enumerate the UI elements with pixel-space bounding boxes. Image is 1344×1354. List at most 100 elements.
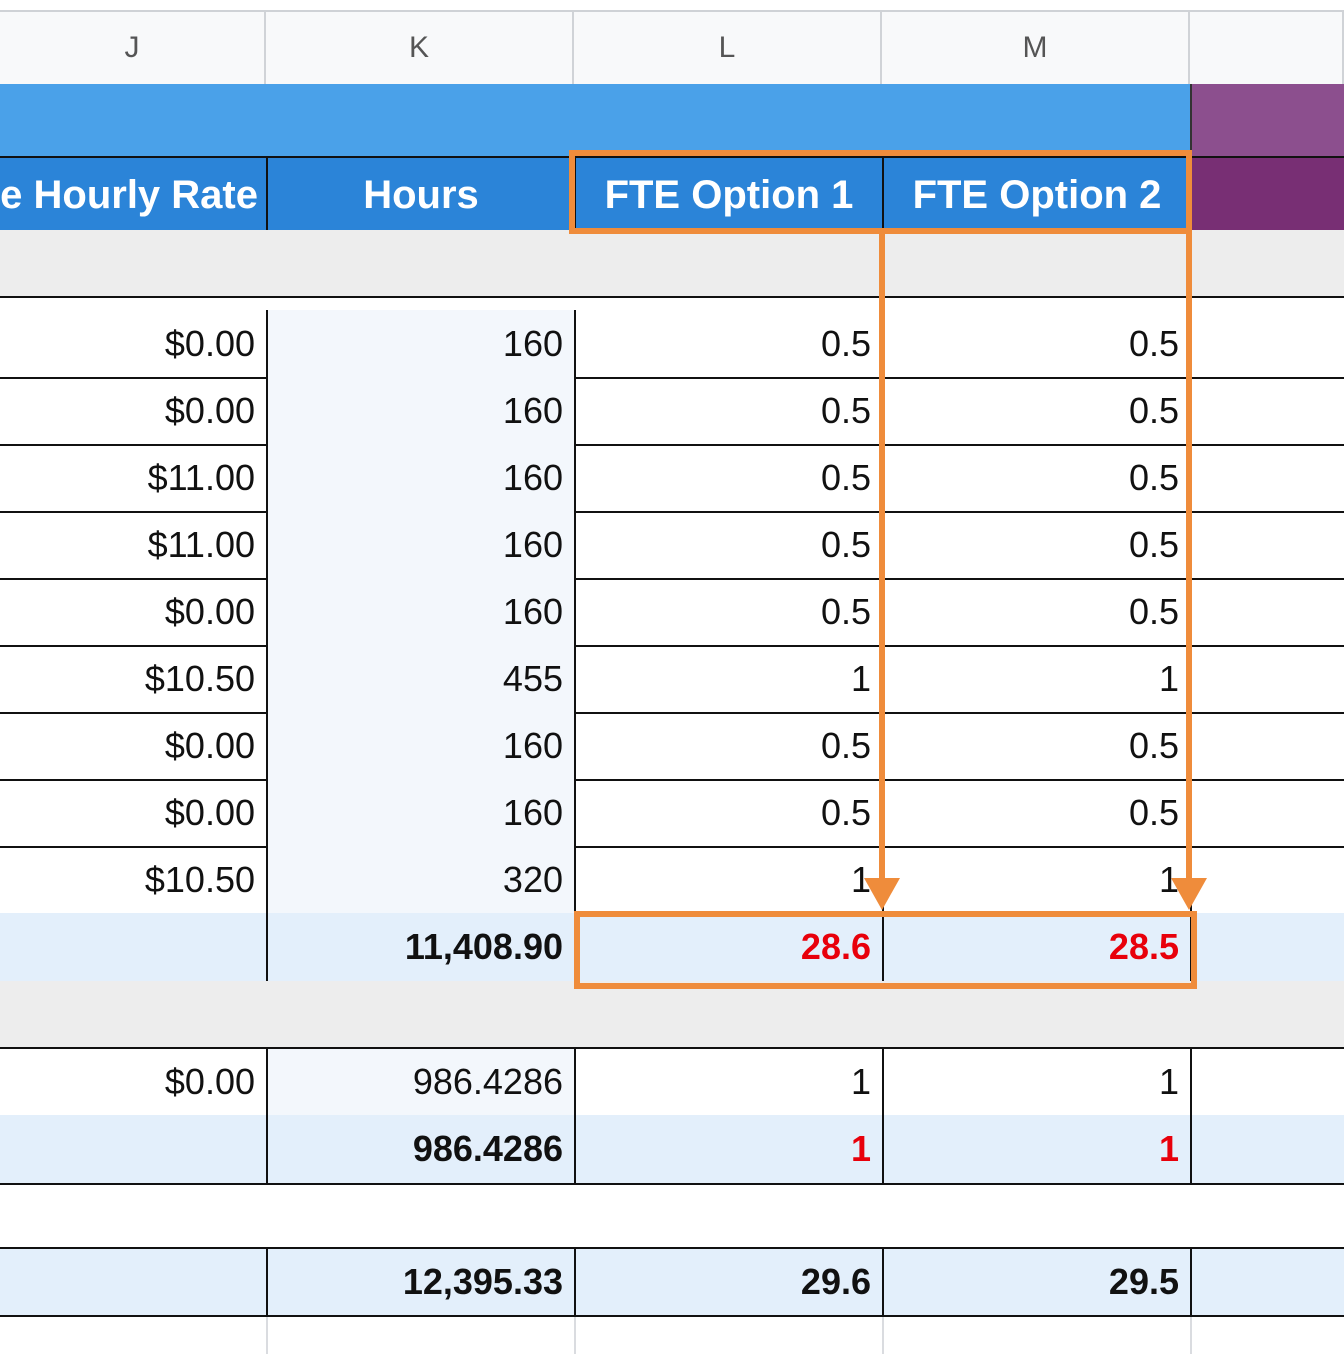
header-fte-option-1[interactable]: FTE Option 1 xyxy=(574,158,882,232)
rate-cell[interactable]: $10.50 xyxy=(0,846,266,913)
empty-cell[interactable] xyxy=(574,1317,882,1354)
empty-cell[interactable] xyxy=(266,1317,574,1354)
empty-row xyxy=(0,1317,1344,1354)
fte2-cell[interactable]: 1 xyxy=(882,846,1190,913)
spreadsheet: J K L M e Hourly Rate Hours FTE Option 1… xyxy=(0,0,1344,1354)
empty-cell[interactable] xyxy=(1190,1249,1344,1315)
fte2-cell[interactable]: 0.5 xyxy=(882,377,1190,444)
fte1-cell[interactable]: 1 xyxy=(574,1049,882,1115)
purple-banner-cell[interactable] xyxy=(1190,84,1344,156)
empty-cell[interactable] xyxy=(1190,1049,1344,1115)
fte2-cell[interactable]: 0.5 xyxy=(882,712,1190,779)
column-header-j[interactable]: J xyxy=(0,12,266,84)
table-row: $0.00 160 0.5 0.5 xyxy=(0,779,1344,848)
hours-cell[interactable]: 160 xyxy=(266,511,574,578)
hours-cell[interactable]: 160 xyxy=(266,712,574,779)
empty-cell[interactable] xyxy=(1190,377,1344,444)
column-header-m[interactable]: M xyxy=(882,12,1190,84)
hours-cell[interactable]: 986.4286 xyxy=(266,1049,574,1115)
hours-cell[interactable]: 160 xyxy=(266,779,574,846)
subtotal-hours-cell[interactable]: 11,408.90 xyxy=(266,913,574,981)
table-row: $10.50 320 1 1 xyxy=(0,846,1344,915)
header-hourly-rate[interactable]: e Hourly Rate xyxy=(0,158,266,232)
empty-cell[interactable] xyxy=(1190,511,1344,578)
rate-cell[interactable]: $0.00 xyxy=(0,377,266,444)
table-row: $0.00 160 0.5 0.5 xyxy=(0,712,1344,781)
empty-cell[interactable] xyxy=(1190,1115,1344,1183)
hours-cell[interactable]: 160 xyxy=(266,377,574,444)
header-purple-cell[interactable] xyxy=(1190,158,1344,232)
column-header-n[interactable] xyxy=(1190,12,1344,84)
fte2-cell[interactable]: 1 xyxy=(882,645,1190,712)
rate-cell[interactable]: $0.00 xyxy=(0,712,266,779)
fte2-cell[interactable]: 0.5 xyxy=(882,310,1190,377)
rate-cell[interactable]: $0.00 xyxy=(0,779,266,846)
fte1-cell[interactable]: 0.5 xyxy=(574,712,882,779)
fte1-cell[interactable]: 0.5 xyxy=(574,578,882,645)
empty-cell[interactable] xyxy=(1190,645,1344,712)
subtotal-row: 11,408.90 28.6 28.5 xyxy=(0,913,1344,983)
hours-cell[interactable]: 320 xyxy=(266,846,574,913)
empty-cell[interactable] xyxy=(1190,779,1344,846)
hours-cell[interactable]: 160 xyxy=(266,578,574,645)
rate-cell[interactable]: $0.00 xyxy=(0,1049,266,1115)
blank-row xyxy=(0,1183,1344,1249)
column-header-l[interactable]: L xyxy=(574,12,882,84)
empty-cell[interactable] xyxy=(1190,846,1344,913)
column-header-bar: J K L M xyxy=(0,10,1344,86)
column-header-k[interactable]: K xyxy=(266,12,574,84)
rate-cell[interactable]: $0.00 xyxy=(0,578,266,645)
total-fte2-cell[interactable]: 29.5 xyxy=(882,1249,1190,1315)
total-fte1-cell[interactable]: 29.6 xyxy=(574,1249,882,1315)
rate-cell[interactable]: $11.00 xyxy=(0,511,266,578)
rate-cell[interactable]: $10.50 xyxy=(0,645,266,712)
fte1-cell[interactable]: 1 xyxy=(574,645,882,712)
empty-cell[interactable] xyxy=(1190,310,1344,377)
subtotal-row: 986.4286 1 1 xyxy=(0,1115,1344,1185)
fte2-cell[interactable]: 0.5 xyxy=(882,444,1190,511)
header-fte-option-2[interactable]: FTE Option 2 xyxy=(882,158,1190,232)
table-row: $0.00 986.4286 1 1 xyxy=(0,1049,1344,1117)
hours-cell[interactable]: 455 xyxy=(266,645,574,712)
rate-cell[interactable]: $0.00 xyxy=(0,310,266,377)
table-row: $0.00 160 0.5 0.5 xyxy=(0,310,1344,379)
fte1-cell[interactable]: 0.5 xyxy=(574,310,882,377)
empty-cell[interactable] xyxy=(1190,1317,1344,1354)
hours-cell[interactable]: 160 xyxy=(266,310,574,377)
subtotal-hours-cell[interactable]: 986.4286 xyxy=(266,1115,574,1183)
subtotal-fte2-cell[interactable]: 28.5 xyxy=(882,913,1190,981)
fte2-cell[interactable]: 0.5 xyxy=(882,578,1190,645)
section-separator-row xyxy=(0,230,1344,298)
hours-cell[interactable]: 160 xyxy=(266,444,574,511)
fte1-cell[interactable]: 0.5 xyxy=(574,779,882,846)
total-hours-cell[interactable]: 12,395.33 xyxy=(266,1249,574,1315)
subtotal-fte1-cell[interactable]: 28.6 xyxy=(574,913,882,981)
empty-cell[interactable] xyxy=(882,1317,1190,1354)
table-row: $0.00 160 0.5 0.5 xyxy=(0,578,1344,647)
subtotal-label-cell[interactable] xyxy=(0,1115,266,1183)
table-row: $11.00 160 0.5 0.5 xyxy=(0,511,1344,580)
fte1-cell[interactable]: 1 xyxy=(574,846,882,913)
subtotal-label-cell[interactable] xyxy=(0,913,266,981)
empty-cell[interactable] xyxy=(1190,712,1344,779)
header-hours[interactable]: Hours xyxy=(266,158,574,232)
fte1-cell[interactable]: 0.5 xyxy=(574,377,882,444)
blue-banner-cell[interactable] xyxy=(0,84,1190,156)
table-row: $10.50 455 1 1 xyxy=(0,645,1344,714)
subtotal-fte1-cell[interactable]: 1 xyxy=(574,1115,882,1183)
empty-cell[interactable] xyxy=(1190,444,1344,511)
total-label-cell[interactable] xyxy=(0,1249,266,1315)
table-row: $11.00 160 0.5 0.5 xyxy=(0,444,1344,513)
empty-cell[interactable] xyxy=(1190,913,1344,981)
fte2-cell[interactable]: 0.5 xyxy=(882,779,1190,846)
grand-total-row: 12,395.33 29.6 29.5 xyxy=(0,1249,1344,1317)
empty-cell[interactable] xyxy=(1190,578,1344,645)
fte1-cell[interactable]: 0.5 xyxy=(574,444,882,511)
fte2-cell[interactable]: 1 xyxy=(882,1049,1190,1115)
rate-cell[interactable]: $11.00 xyxy=(0,444,266,511)
table-header-row: e Hourly Rate Hours FTE Option 1 FTE Opt… xyxy=(0,156,1344,234)
subtotal-fte2-cell[interactable]: 1 xyxy=(882,1115,1190,1183)
section-banner xyxy=(0,84,1344,156)
fte2-cell[interactable]: 0.5 xyxy=(882,511,1190,578)
fte1-cell[interactable]: 0.5 xyxy=(574,511,882,578)
